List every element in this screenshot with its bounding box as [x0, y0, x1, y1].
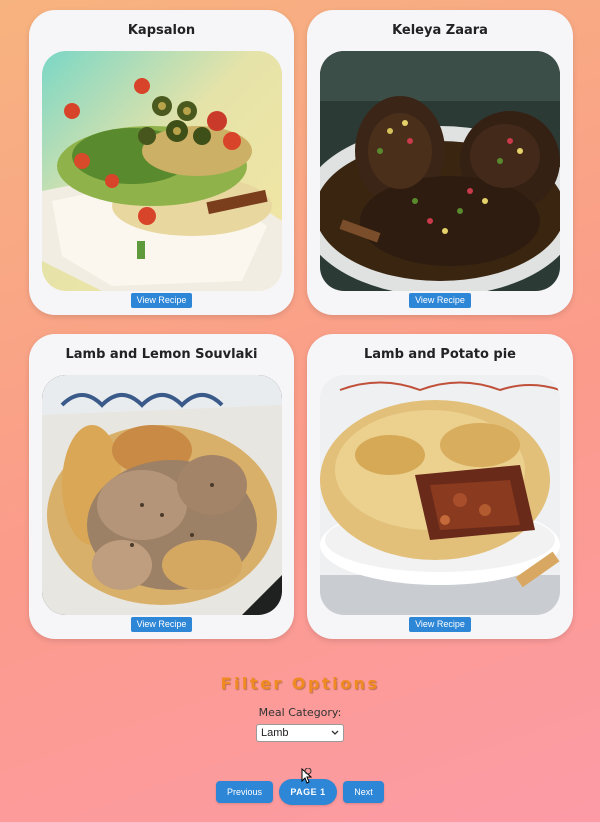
filter-section: Filter Options Meal Category: Lamb [0, 672, 600, 742]
recipe-title: Keleya Zaara [392, 23, 488, 38]
view-recipe-button[interactable]: View Recipe [130, 293, 193, 308]
recipe-title: Kapsalon [127, 23, 196, 38]
meal-category-value: Lamb [261, 727, 289, 739]
view-recipe-button[interactable]: View Recipe [409, 293, 471, 308]
chevron-down-icon [331, 727, 339, 739]
pagination: Previous PAGE 1 Next [0, 779, 600, 805]
recipe-grid: Kapsalon View Recipe Keleya Zaara View R… [29, 10, 573, 639]
previous-page-button[interactable]: Previous [216, 781, 273, 803]
recipe-card: Kapsalon View Recipe [29, 10, 294, 315]
view-recipe-button[interactable]: View Recipe [409, 617, 471, 632]
recipe-title: Lamb and Potato pie [364, 347, 516, 362]
recipe-image [41, 51, 282, 291]
recipe-card: Lamb and Potato pie View Recipe [307, 334, 573, 639]
next-page-button[interactable]: Next [343, 781, 384, 803]
meal-category-select[interactable]: Lamb [256, 724, 344, 742]
recipe-image [41, 375, 282, 615]
mouse-cursor-icon [301, 767, 313, 784]
recipe-title: Lamb and Lemon Souvlaki [65, 347, 258, 362]
filter-title: Filter Options [220, 674, 380, 693]
view-recipe-button[interactable]: View Recipe [130, 617, 193, 632]
recipe-image [320, 375, 560, 615]
recipe-card: Lamb and Lemon Souvlaki View Recipe [29, 334, 294, 639]
recipe-image [320, 51, 560, 291]
meal-category-label: Meal Category: [258, 706, 342, 719]
recipe-card: Keleya Zaara View Recipe [307, 10, 573, 315]
